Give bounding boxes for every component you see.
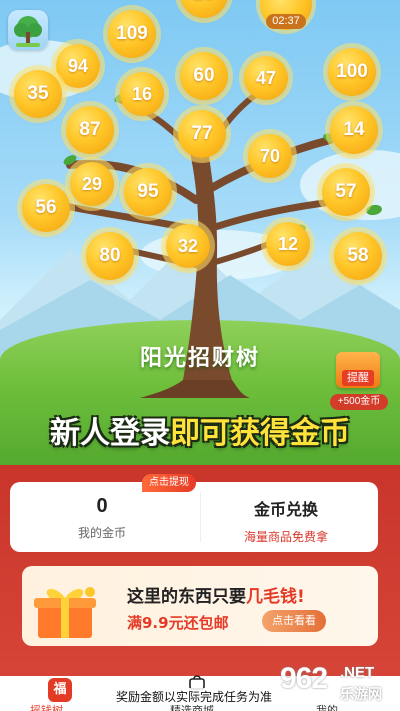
- reward-notice: 奖励金额以实际完成任务为准: [114, 688, 275, 705]
- timer-coin[interactable]: ? 02:37: [260, 0, 312, 38]
- view-button[interactable]: 点击看看: [262, 610, 326, 632]
- coin-bubble[interactable]: 57: [322, 168, 370, 216]
- coin-bubble[interactable]: 94: [56, 44, 100, 88]
- countdown-timer: 02:37: [266, 14, 306, 29]
- coin-bubble[interactable]: 16: [120, 72, 164, 116]
- exchange-subtitle: 海量商品免费拿: [243, 530, 328, 544]
- coin-bubble[interactable]: 87: [66, 106, 114, 154]
- promo-line1-a: 这里的东西只要: [127, 587, 246, 607]
- site-watermark: 962 .NET 乐游网: [280, 660, 392, 708]
- coin-bubble[interactable]: 70: [248, 134, 292, 178]
- gift-box-icon: [34, 587, 96, 638]
- slogan-part1: 新人登录: [50, 416, 170, 451]
- watermark-net: .NET: [340, 664, 375, 681]
- money-tree-scene: ? 02:37 20 109 94 60 47 100 35 16 87 77 …: [0, 0, 400, 480]
- tree-icon: [14, 16, 42, 47]
- remind-label: 提醒: [342, 370, 374, 386]
- tree-icon-button[interactable]: [8, 10, 48, 50]
- coin-bubble[interactable]: 35: [14, 70, 62, 118]
- coin-bubble[interactable]: 47: [244, 56, 288, 100]
- promo-line2: 满9.9元还包邮: [127, 614, 229, 632]
- coin-bubble[interactable]: 56: [22, 184, 70, 232]
- coin-bubble[interactable]: 29: [70, 162, 114, 206]
- coin-bubble[interactable]: 14: [330, 106, 378, 154]
- watermark-number: 962: [280, 662, 328, 695]
- promo-line1: 这里的东西只要几毛钱!: [127, 582, 305, 607]
- coin-bubble[interactable]: 12: [266, 222, 310, 266]
- coin-bubble[interactable]: 80: [86, 232, 134, 280]
- coin-bubble[interactable]: 60: [180, 52, 228, 100]
- watermark-sub: 乐游网: [340, 687, 382, 703]
- coin-bubble[interactable]: 58: [334, 232, 382, 280]
- wallet-card: 0 我的金币 金币兑换 海量商品免费拿: [10, 482, 378, 552]
- fortune-icon[interactable]: 福: [48, 678, 72, 702]
- coin-exchange-section[interactable]: 金币兑换 海量商品免费拿: [194, 482, 378, 552]
- slogan-part2: 即可获得金币: [170, 416, 350, 451]
- coin-bubble[interactable]: 95: [124, 168, 172, 216]
- coin-balance: 0: [96, 495, 108, 517]
- coin-bubble[interactable]: 77: [178, 110, 226, 158]
- withdraw-tag[interactable]: 点击提现: [142, 474, 196, 492]
- my-coins-section[interactable]: 0 我的金币: [10, 482, 194, 552]
- tab-money-tree[interactable]: 摇钱树: [30, 702, 63, 711]
- new-user-slogan: 新人登录即可获得金币: [0, 408, 400, 452]
- remind-widget[interactable]: 提醒 +500金币: [330, 352, 388, 412]
- coin-bubble[interactable]: 109: [108, 10, 156, 58]
- promo-line1-b: 几毛钱!: [246, 587, 305, 607]
- coin-balance-label: 我的金币: [77, 526, 126, 540]
- coin-bubble[interactable]: 100: [328, 48, 376, 96]
- exchange-title: 金币兑换: [253, 500, 318, 519]
- calendar-icon: 提醒: [336, 352, 380, 388]
- coin-bubble[interactable]: 32: [166, 224, 210, 268]
